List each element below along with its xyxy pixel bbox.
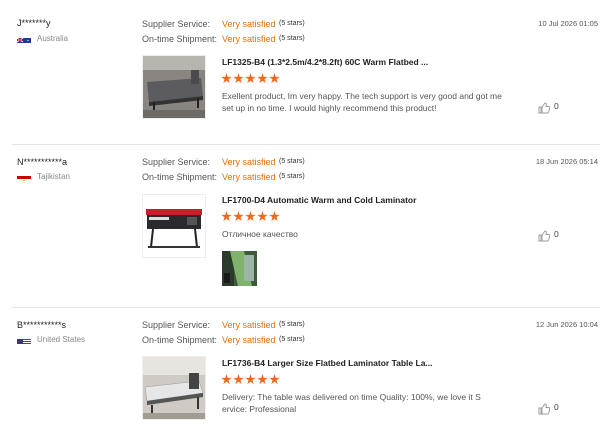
review-date: 12 Jun 2026 10:04 — [535, 320, 598, 329]
star-icon — [257, 374, 268, 385]
review-date: 10 Jul 2026 01:05 — [538, 19, 598, 28]
product-thumbnail[interactable] — [142, 356, 206, 420]
supplier-service-label: Supplier Service: — [142, 320, 211, 330]
reviewer-country: Tajikistan — [37, 172, 70, 181]
supplier-service-label: Supplier Service: — [142, 157, 211, 167]
reviewer-name: N***********a — [17, 157, 68, 167]
tajikistan-flag-icon — [17, 172, 31, 181]
on-time-shipment-value: Very satisfied — [222, 335, 276, 345]
on-time-shipment-label: On-time Shipment: — [142, 172, 218, 182]
on-time-shipment-stars: (5 stars) — [279, 35, 305, 42]
star-icon — [233, 211, 244, 222]
star-icon — [245, 73, 256, 84]
thumbs-up-icon[interactable] — [538, 402, 551, 415]
supplier-service-value: Very satisfied — [222, 157, 276, 167]
star-icon — [245, 211, 256, 222]
supplier-service-label: Supplier Service: — [142, 19, 211, 29]
on-time-shipment-stars: (5 stars) — [279, 336, 305, 343]
review-text: Отличное качество — [222, 229, 298, 239]
star-icon — [221, 211, 232, 222]
review-card: B***********s United States Supplier Ser… — [0, 308, 600, 436]
star-icon — [269, 211, 280, 222]
review-text: Exellent product, Im very happy. The tec… — [222, 91, 502, 113]
star-icon — [221, 73, 232, 84]
review-text: Delivery: The table was delivered on tim… — [222, 392, 481, 414]
review-card: N***********a Tajikistan Supplier Servic… — [0, 145, 600, 307]
reviewer-country: United States — [37, 335, 86, 344]
review-date: 18 Jun 2026 05:14 — [535, 157, 598, 166]
review-rating — [221, 73, 280, 85]
review-rating — [221, 211, 280, 223]
on-time-shipment-label: On-time Shipment: — [142, 34, 218, 44]
star-icon — [257, 211, 268, 222]
supplier-service-stars: (5 stars) — [279, 20, 305, 27]
supplier-service-stars: (5 stars) — [279, 158, 305, 165]
product-thumbnail[interactable] — [142, 55, 206, 119]
thumbs-up-icon[interactable] — [538, 229, 551, 242]
review-card: J*******y Australia Supplier Service: Ve… — [0, 0, 600, 144]
star-icon — [269, 374, 280, 385]
product-title-link[interactable]: LF1700-D4 Automatic Warm and Cold Lamina… — [222, 195, 416, 205]
product-title-link[interactable]: LF1325-B4 (1.3*2.5m/4.2*8.2ft) 60C Warm … — [222, 57, 428, 67]
thumbs-up-icon[interactable] — [538, 101, 551, 114]
supplier-service-value: Very satisfied — [222, 320, 276, 330]
supplier-service-stars: (5 stars) — [279, 321, 305, 328]
product-title-link[interactable]: LF1736-B4 Larger Size Flatbed Laminator … — [222, 358, 433, 368]
star-icon — [245, 374, 256, 385]
like-count: 0 — [554, 229, 559, 239]
usa-flag-icon — [17, 335, 31, 344]
like-count: 0 — [554, 402, 559, 412]
star-icon — [257, 73, 268, 84]
on-time-shipment-label: On-time Shipment: — [142, 335, 218, 345]
reviewer-country: Australia — [37, 34, 69, 43]
australia-flag-icon — [17, 34, 31, 43]
reviewer-name: B***********s — [17, 320, 67, 330]
on-time-shipment-stars: (5 stars) — [279, 173, 305, 180]
star-icon — [233, 73, 244, 84]
supplier-service-value: Very satisfied — [222, 19, 276, 29]
product-thumbnail[interactable] — [142, 194, 206, 258]
review-photo[interactable] — [222, 251, 257, 286]
reviewer-name: J*******y — [17, 18, 51, 28]
star-icon — [269, 73, 280, 84]
like-count: 0 — [554, 101, 559, 111]
review-rating — [221, 374, 280, 386]
star-icon — [221, 374, 232, 385]
on-time-shipment-value: Very satisfied — [222, 172, 276, 182]
star-icon — [233, 374, 244, 385]
on-time-shipment-value: Very satisfied — [222, 34, 276, 44]
